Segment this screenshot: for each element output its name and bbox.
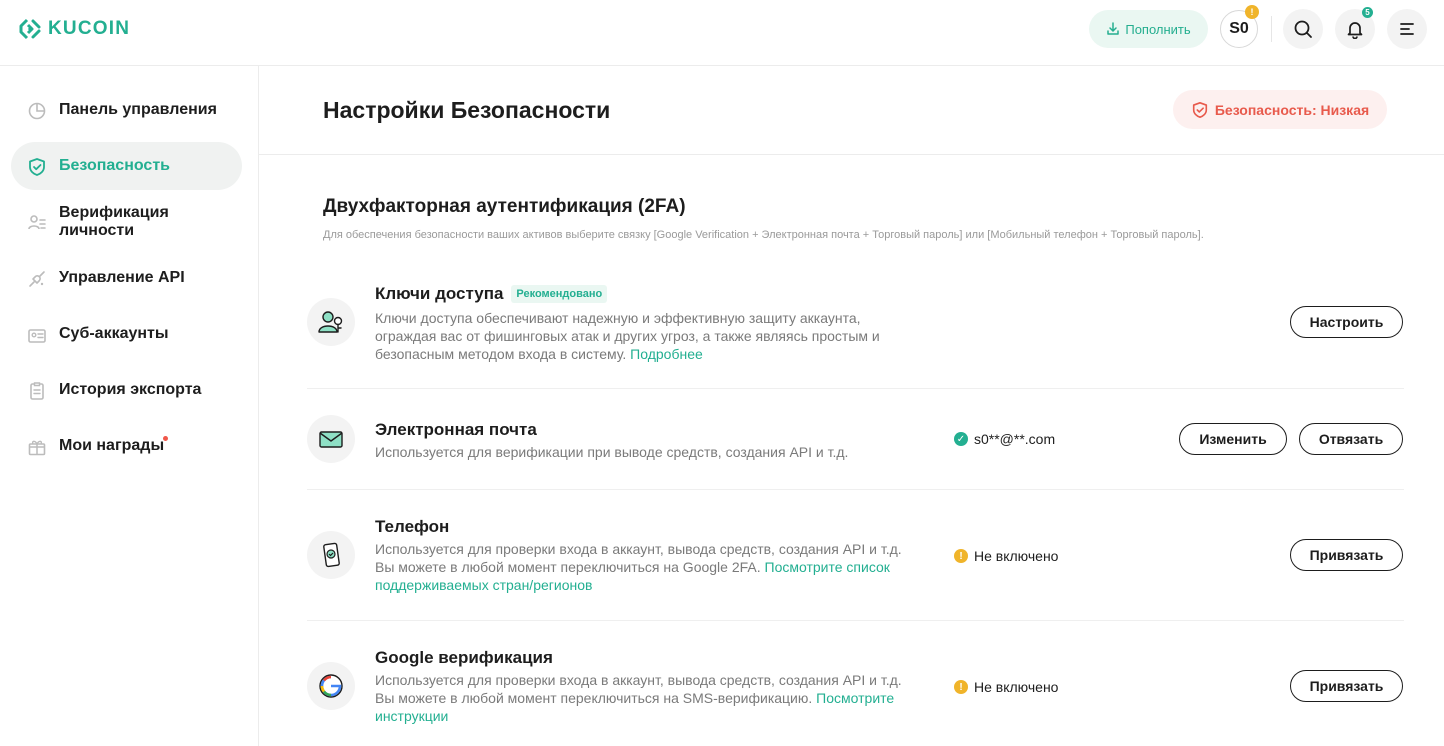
sidebar-item-label: Безопасность [59,157,170,174]
top-navigation-bar: KUCOIN Пополнить S0 ! 5 [0,0,1444,66]
change-email-button[interactable]: Изменить [1179,423,1287,455]
search-button[interactable] [1283,9,1323,49]
google-title: Google верификация [375,648,553,667]
avatar-warning-badge: ! [1245,5,1259,19]
sidebar-item-label: Суб-аккаунты [59,325,169,342]
sidebar-item-identity[interactable]: Верификация личности [11,198,242,246]
shield-icon [1192,101,1207,118]
google-description: Используется для проверки входа в аккаун… [375,671,905,725]
sub-accounts-icon [28,329,46,343]
kucoin-logo-icon [19,18,41,40]
download-icon [1107,22,1120,35]
menu-button[interactable] [1387,9,1427,49]
bind-google-button[interactable]: Привязать [1290,670,1403,702]
passkey-desc-text: Ключи доступа обеспечивают надежную и эф… [375,310,880,362]
passkey-learn-more-link[interactable]: Подробнее [630,346,703,362]
menu-icon [1400,23,1414,35]
row-divider [307,388,1404,389]
phone-status-text: Не включено [974,548,1059,564]
google-auth-icon [307,662,355,710]
kucoin-logo[interactable]: KUCOIN [18,17,130,41]
logo-text: KUCOIN [48,18,131,39]
sidebar-item-label: История экспорта [59,381,202,398]
warning-icon: ! [954,680,968,694]
google-status-text: Не включено [974,679,1059,695]
passkey-title: Ключи доступа Рекомендовано [375,284,608,304]
export-history-icon [30,382,44,400]
id-verify-icon [28,215,46,230]
email-icon [307,415,355,463]
bell-icon [1347,22,1363,39]
email-row: Электронная почта Используется для вериф… [307,404,1404,474]
email-status: ✓ s0**@**.com [954,431,1055,447]
passkey-description: Ключи доступа обеспечивают надежную и эф… [375,309,905,363]
rewards-icon [28,440,46,456]
sidebar-item-dashboard[interactable]: Панель управления [11,86,242,134]
bind-phone-button[interactable]: Привязать [1290,539,1403,571]
sidebar-item-label: Мои награды [59,437,165,454]
google-status: ! Не включено [954,679,1058,695]
smartphone-icon [323,542,340,568]
envelope-icon [319,431,343,448]
deposit-label: Пополнить [1125,21,1191,37]
phone-status: ! Не включено [954,548,1058,564]
sidebar-item-api[interactable]: Управление API [11,254,242,302]
phone-icon [307,531,355,579]
section-subtitle: Для обеспечения безопасности ваших актив… [323,229,1204,241]
page-title: Настройки Безопасности [323,97,611,123]
sidebar-item-security[interactable]: Безопасность [11,142,242,190]
passkey-row: Ключи доступа Рекомендовано Ключи доступа… [307,274,1404,374]
google-authenticator-icon [319,674,343,698]
sidebar-item-label: Панель управления [59,101,217,118]
passkey-icon [307,298,355,346]
email-description: Используется для верификации при выводе … [375,444,849,460]
email-status-text: s0**@**.com [974,431,1056,447]
sidebar: Панель управления Безопасность Верификац… [0,66,259,746]
security-level-badge: Безопасность: Низкая [1173,90,1387,129]
sidebar-item-rewards[interactable]: Мои награды [11,422,242,470]
sidebar-item-sub-accounts[interactable]: Суб-аккаунты [11,310,242,358]
shield-icon [29,158,45,176]
sidebar-item-export-history[interactable]: История экспорта [11,366,242,414]
passkey-person-icon [318,311,343,333]
deposit-button[interactable]: Пополнить [1089,10,1208,48]
sidebar-item-label: Верификация личности [59,204,169,239]
unbind-email-button[interactable]: Отвязать [1299,423,1403,455]
header-divider [1271,16,1272,42]
setup-passkey-button[interactable]: Настроить [1290,306,1403,338]
sidebar-item-label: Управление API [59,269,185,286]
recommended-tag: Рекомендовано [511,285,608,303]
row-divider [307,620,1404,621]
notifications-count-badge: 5 [1362,7,1373,18]
row-divider [307,489,1404,490]
passkey-title-text: Ключи доступа [375,284,504,303]
check-circle-icon: ✓ [954,432,968,446]
section-title: Двухфакторная аутентификация (2FA) [323,196,686,217]
new-reward-dot [163,436,168,441]
page-header: Настройки Безопасности Безопасность: Низ… [259,66,1444,155]
warning-icon: ! [954,549,968,563]
search-icon [1294,20,1312,38]
email-title: Электронная почта [375,420,537,439]
phone-title: Телефон [375,517,450,536]
phone-row: Телефон Используется для проверки входа … [307,505,1404,605]
dashboard-icon [28,102,46,120]
api-icon [29,271,45,287]
google-row: Google верификация Используется для пров… [307,636,1404,736]
security-level-text: Безопасность: Низкая [1214,101,1370,118]
phone-description: Используется для проверки входа в аккаун… [375,540,905,594]
